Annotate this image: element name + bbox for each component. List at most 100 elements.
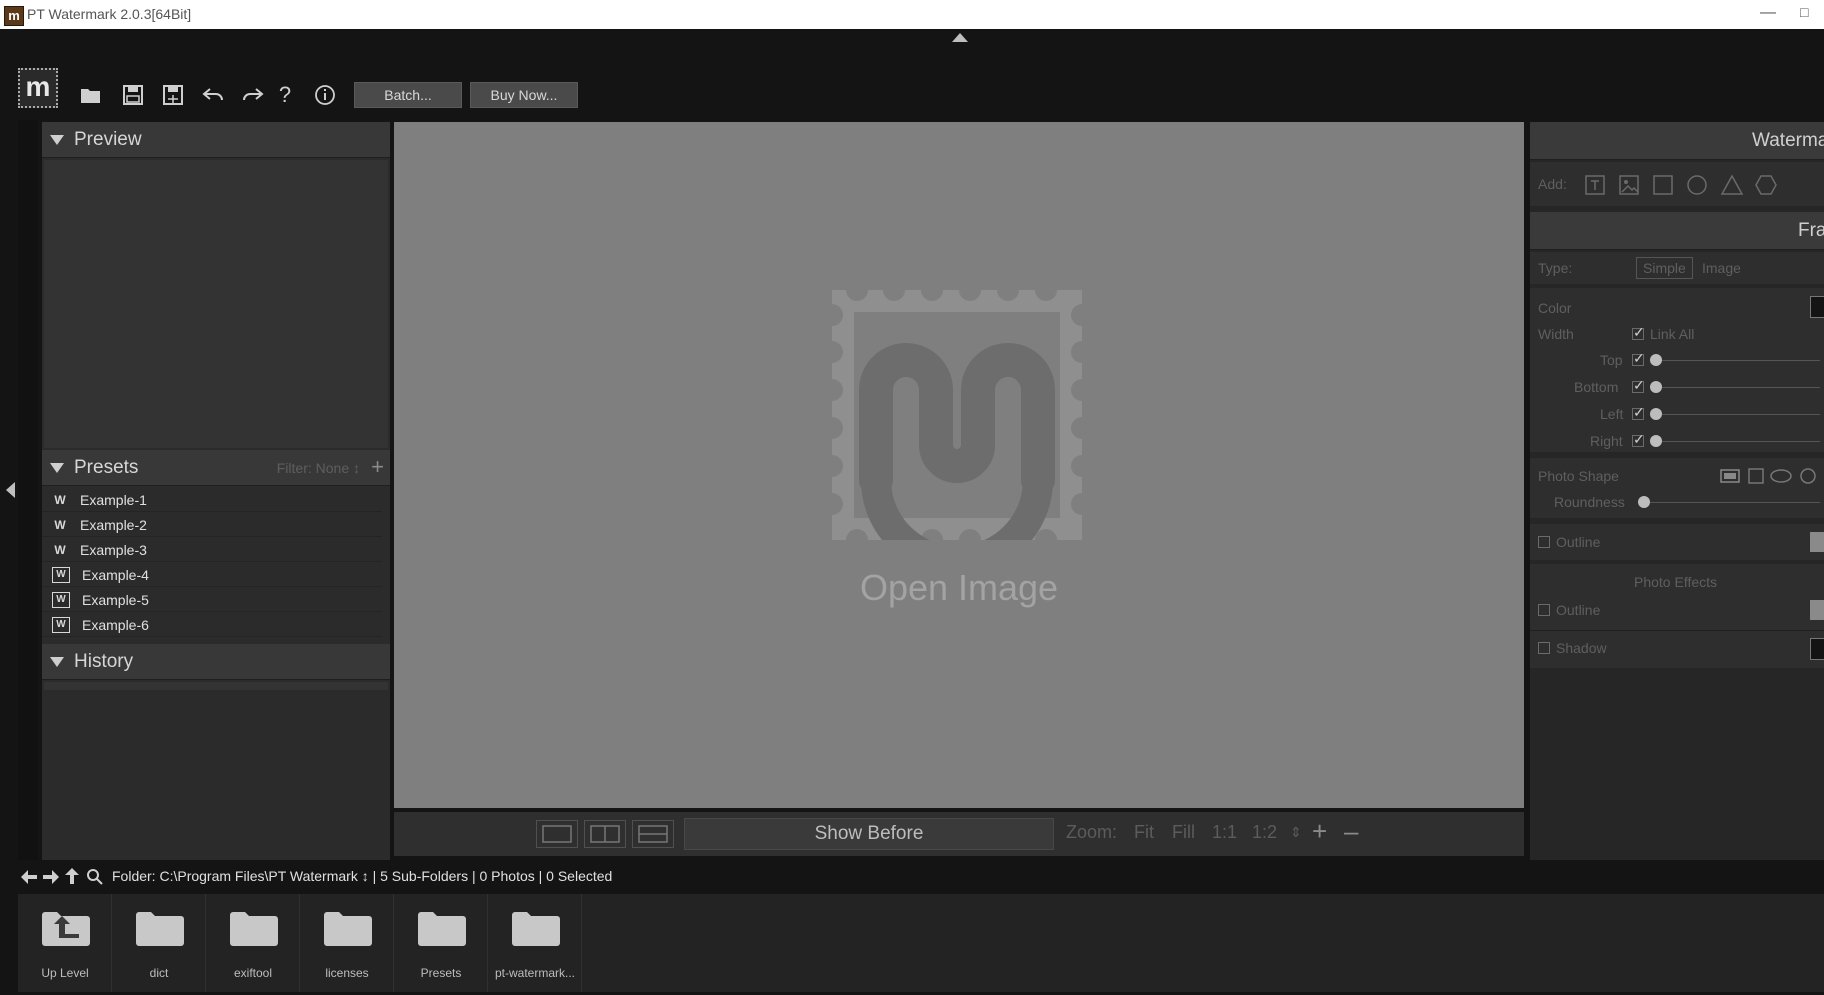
presets-filter[interactable]: Filter: None ↕ — [277, 460, 360, 476]
outline-color-swatch[interactable] — [1810, 532, 1824, 552]
zoom-fit[interactable]: Fit — [1134, 822, 1154, 843]
save-as-icon[interactable] — [160, 82, 186, 108]
add-rectangle-icon[interactable] — [1652, 174, 1674, 196]
add-preset-icon[interactable]: + — [371, 454, 384, 480]
batch-button[interactable]: Batch... — [354, 82, 462, 108]
preset-item[interactable]: W Example-3 — [42, 538, 382, 562]
watermark-preset-icon: W — [52, 616, 70, 633]
split-horizontal-button[interactable] — [632, 820, 674, 848]
preset-item[interactable]: W Example-4 — [42, 563, 382, 587]
zoom-fill[interactable]: Fill — [1172, 822, 1195, 843]
search-icon[interactable] — [86, 868, 104, 886]
shadow-checkbox[interactable] — [1538, 642, 1550, 654]
stamp-logo-icon[interactable] — [832, 290, 1082, 540]
bottom-checkbox[interactable] — [1632, 377, 1645, 394]
add-text-icon[interactable] — [1584, 174, 1606, 196]
zoom-1-2[interactable]: 1:2 — [1252, 822, 1277, 843]
restore-icon[interactable]: □ — [1800, 4, 1808, 20]
zoom-1-1[interactable]: 1:1 — [1212, 822, 1237, 843]
info-icon[interactable] — [312, 82, 338, 108]
watermark-preset-icon: W — [54, 542, 66, 557]
buy-now-button[interactable]: Buy Now... — [470, 82, 578, 108]
image-canvas[interactable]: Open Image — [394, 122, 1524, 808]
watermark-header[interactable]: Watermark — [1530, 122, 1824, 160]
left-label: Left — [1600, 406, 1624, 422]
collapse-top-icon[interactable] — [952, 33, 968, 42]
undo-icon[interactable] — [200, 82, 226, 108]
single-view-button[interactable] — [536, 820, 578, 848]
shape-circle-icon[interactable] — [1800, 468, 1816, 484]
open-folder-icon[interactable] — [78, 82, 104, 108]
bottom-slider-knob[interactable] — [1650, 381, 1662, 393]
title-bar: m PT Watermark 2.0.3[64Bit] — □ — [0, 0, 1824, 29]
link-all-checkbox[interactable] — [1632, 324, 1645, 341]
frame-header[interactable]: Frame — [1530, 212, 1824, 250]
add-polygon-icon[interactable] — [1754, 174, 1778, 196]
outline-checkbox[interactable] — [1538, 536, 1550, 548]
effects-outline-swatch[interactable] — [1810, 600, 1824, 620]
right-slider-track[interactable] — [1650, 441, 1820, 442]
frame-color-swatch[interactable] — [1810, 296, 1824, 318]
folder-item[interactable]: licenses — [300, 894, 394, 992]
forward-arrow-icon[interactable] — [42, 869, 60, 885]
split-vertical-button[interactable] — [584, 820, 626, 848]
collapse-left-icon[interactable] — [6, 482, 15, 498]
folder-label: pt-watermark... — [494, 966, 575, 980]
left-slider-knob[interactable] — [1650, 408, 1662, 420]
folder-icon — [136, 912, 184, 946]
preview-header[interactable]: Preview — [42, 122, 390, 158]
history-header[interactable]: History — [42, 644, 390, 680]
add-triangle-icon[interactable] — [1720, 174, 1744, 196]
preset-item[interactable]: W Example-1 — [42, 488, 382, 512]
open-image-label[interactable]: Open Image — [394, 567, 1524, 609]
save-icon[interactable] — [120, 82, 146, 108]
folder-label: Presets — [420, 966, 462, 980]
app-logo-icon: m — [4, 6, 24, 26]
add-image-icon[interactable] — [1618, 174, 1640, 196]
type-simple-button[interactable]: Simple — [1636, 257, 1693, 279]
folder-item[interactable]: dict — [112, 894, 206, 992]
left-checkbox[interactable] — [1632, 404, 1645, 421]
redo-icon[interactable] — [240, 82, 266, 108]
zoom-in-icon[interactable]: + — [1312, 816, 1327, 847]
right-checkbox[interactable] — [1632, 431, 1645, 448]
folder-item[interactable]: Presets — [394, 894, 488, 992]
folder-item-up-level[interactable]: Up Level — [18, 894, 112, 992]
view-bar: Show Before Zoom: Fit Fill 1:1 1:2 ⇕ + – — [394, 812, 1524, 856]
preset-item[interactable]: W Example-6 — [42, 613, 382, 637]
right-slider-knob[interactable] — [1650, 435, 1662, 447]
shape-rectangle-filled-icon[interactable] — [1720, 468, 1740, 484]
roundness-slider-knob[interactable] — [1638, 496, 1650, 508]
expand-triangle-icon — [50, 462, 64, 473]
add-toolbar: Add: — [1530, 162, 1824, 206]
help-icon[interactable]: ? — [272, 82, 298, 108]
type-image-button[interactable]: Image — [1702, 260, 1741, 276]
left-slider-track[interactable] — [1650, 414, 1820, 415]
bottom-slider-track[interactable] — [1650, 387, 1820, 388]
bottom-label: Bottom — [1574, 379, 1619, 395]
shadow-color-swatch[interactable] — [1810, 638, 1824, 660]
watermark-preset-icon: W — [54, 492, 66, 507]
effects-outline-checkbox[interactable] — [1538, 604, 1550, 616]
folder-item[interactable]: pt-watermark... — [488, 894, 582, 992]
add-circle-icon[interactable] — [1686, 174, 1708, 196]
folder-path[interactable]: Folder: C:\Program Files\PT Watermark ↕ … — [112, 868, 612, 884]
shape-square-icon[interactable] — [1748, 468, 1764, 484]
top-slider-knob[interactable] — [1650, 354, 1662, 366]
top-slider-track[interactable] — [1650, 360, 1820, 361]
zoom-stepper-icon[interactable]: ⇕ — [1290, 824, 1302, 841]
color-label: Color — [1538, 300, 1572, 316]
roundness-slider-track[interactable] — [1638, 502, 1820, 503]
preset-item[interactable]: W Example-2 — [42, 513, 382, 537]
zoom-out-icon[interactable]: – — [1344, 816, 1358, 847]
file-browser: Up Level dict exiftool licenses Presets … — [18, 894, 1824, 992]
shape-ellipse-icon[interactable] — [1770, 468, 1792, 484]
top-checkbox[interactable] — [1632, 350, 1645, 367]
presets-header[interactable]: Presets Filter: None ↕ + — [42, 450, 390, 486]
minimize-icon[interactable]: — — [1760, 4, 1776, 22]
back-arrow-icon[interactable] — [20, 869, 38, 885]
show-before-button[interactable]: Show Before — [684, 818, 1054, 850]
folder-item[interactable]: exiftool — [206, 894, 300, 992]
preset-item[interactable]: W Example-5 — [42, 588, 382, 612]
up-arrow-icon[interactable] — [64, 867, 80, 885]
